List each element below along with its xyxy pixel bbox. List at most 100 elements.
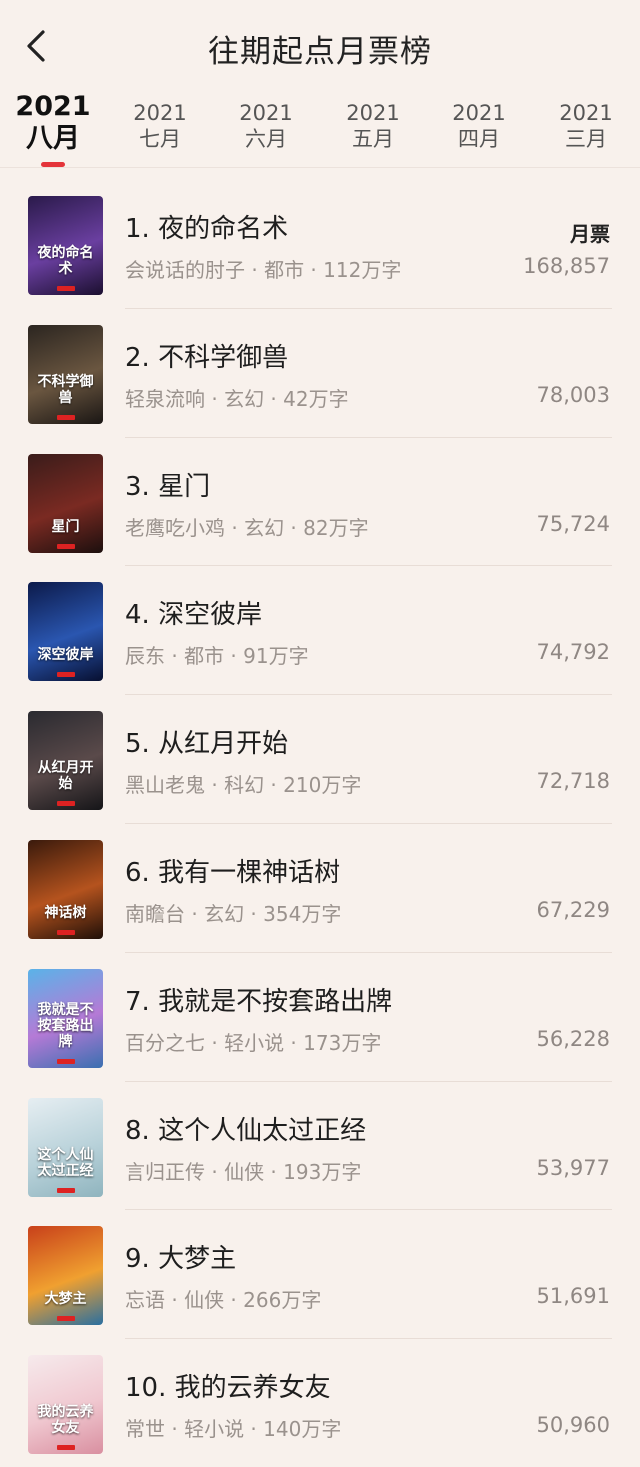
- book-row[interactable]: 深空彼岸 4. 深空彼岸辰东 · 都市 · 91万字 74,792: [0, 566, 640, 695]
- publisher-badge: [56, 1445, 75, 1451]
- meta-words: 173万字: [303, 1030, 382, 1055]
- meta-author: 辰东: [125, 644, 165, 669]
- book-cover[interactable]: 我就是不按套路出牌: [28, 968, 103, 1068]
- book-cover[interactable]: 夜的命名术: [28, 196, 103, 295]
- book-row[interactable]: 我的云养女友 10. 我的云养女友 常世 · 轻小说 · 140万字 50,960: [0, 1339, 640, 1467]
- book-name: 这个人仙太过正经: [158, 1115, 367, 1146]
- meta-separator: ·: [185, 901, 205, 926]
- book-row[interactable]: 从红月开始 5. 从红月开始 黑山老鬼 · 科幻 · 210万字 72,718: [0, 695, 640, 824]
- book-cover[interactable]: 这个人仙太过正经: [28, 1097, 103, 1197]
- meta-author: 会说话的肘子: [125, 258, 245, 282]
- tab-month: 四月: [458, 127, 500, 151]
- book-title[interactable]: 2. 不科学御兽: [125, 337, 288, 374]
- cover-title: 我就是不按套路出牌: [37, 1001, 94, 1050]
- book-name: 从红月开始: [158, 729, 289, 760]
- book-title[interactable]: 3. 星门: [125, 466, 210, 503]
- book-meta: 黑山老鬼 · 科幻 · 210万字: [125, 769, 361, 798]
- vote-count: 67,229: [536, 897, 610, 922]
- book-cover[interactable]: 深空彼岸: [28, 582, 103, 682]
- rank-number: 2.: [125, 342, 150, 373]
- publisher-badge: [56, 1316, 75, 1322]
- book-cover[interactable]: 大梦主: [28, 1226, 103, 1326]
- tab-month: 五月: [352, 127, 394, 151]
- book-title[interactable]: 5. 从红月开始: [125, 723, 288, 760]
- book-title[interactable]: 4. 深空彼岸: [125, 594, 262, 631]
- meta-separator: ·: [165, 644, 185, 669]
- book-title[interactable]: 6. 我有一棵神话树: [125, 852, 340, 889]
- meta-words: 210万字: [283, 773, 362, 798]
- book-meta: 南瞻台 · 玄幻 · 354万字: [125, 898, 341, 927]
- publisher-badge: [56, 286, 75, 291]
- cover-title: 我的云养女友: [37, 1404, 94, 1437]
- rank-number: 9.: [125, 1244, 150, 1275]
- tab-1[interactable]: 2021 七月: [110, 101, 210, 153]
- meta-genre: 都市: [184, 644, 225, 669]
- book-meta: 忘语 · 仙侠 · 266万字: [125, 1284, 321, 1313]
- meta-separator: ·: [205, 1030, 225, 1055]
- meta-genre: 都市: [264, 258, 305, 282]
- meta-author: 百分之七: [125, 1030, 205, 1055]
- book-title[interactable]: 10. 我的云养女友: [125, 1367, 331, 1404]
- vote-count: 75,724: [536, 511, 610, 536]
- meta-separator: ·: [304, 258, 324, 282]
- book-meta: 辰东 · 都市 · 91万字: [125, 640, 309, 669]
- book-row[interactable]: 神话树 6. 我有一棵神话树南瞻台 · 玄幻 · 354万字 67,229: [0, 824, 640, 953]
- book-row[interactable]: 星门 3. 星门 老鹰吃小鸡 · 玄幻 · 82万字 75,724: [0, 438, 640, 567]
- rank-number: 3.: [125, 471, 150, 502]
- meta-separator: ·: [224, 1288, 244, 1313]
- vote-count: 51,691: [536, 1284, 610, 1309]
- rank-number: 5.: [125, 729, 150, 760]
- book-title[interactable]: 7. 我就是不按套路出牌: [125, 981, 392, 1018]
- book-title[interactable]: 1. 夜的命名术: [125, 208, 288, 245]
- tab-year: 2021: [346, 101, 400, 125]
- tab-3[interactable]: 2021 五月: [323, 101, 423, 153]
- book-title[interactable]: 9. 大梦主: [125, 1238, 236, 1275]
- tab-4[interactable]: 2021 四月: [429, 101, 529, 153]
- meta-words: 91万字: [243, 644, 309, 669]
- tab-month: 八月: [26, 123, 80, 154]
- meta-author: 老鹰吃小鸡: [125, 515, 225, 540]
- app-root: 往期起点月票榜 2021 八月 2021 七月 2021 六月 2021 五月 2021 四月 20…: [0, 0, 640, 1467]
- meta-author: 常世: [125, 1417, 165, 1442]
- meta-author: 言归正传: [125, 1159, 205, 1184]
- tab-0[interactable]: 2021 八月: [3, 92, 103, 156]
- tab-2[interactable]: 2021 六月: [216, 101, 316, 153]
- meta-genre: 仙侠: [184, 1288, 225, 1313]
- vote-count: 78,003: [536, 382, 610, 407]
- book-row[interactable]: 这个人仙太过正经 8. 这个人仙太过正经 言归正传 · 仙侠 · 193万字 53,9…: [0, 1082, 640, 1211]
- meta-separator: ·: [205, 1159, 225, 1184]
- book-row[interactable]: 不科学御兽 2. 不科学御兽 轻泉流响 · 玄幻 · 42万字 78,003: [0, 309, 640, 438]
- tab-5[interactable]: 2021 三月: [536, 101, 636, 153]
- book-title[interactable]: 8. 这个人仙太过正经: [125, 1110, 366, 1147]
- vote-count: 168,857: [523, 254, 610, 278]
- publisher-badge: [56, 414, 75, 420]
- book-row[interactable]: 夜的命名术 1. 夜的命名术 会说话的肘子 · 都市 · 112万字 月票 168,85…: [0, 180, 640, 309]
- publisher-badge: [56, 929, 75, 935]
- rank-number: 6.: [125, 857, 150, 888]
- publisher-badge: [56, 543, 75, 549]
- header: 往期起点月票榜: [0, 0, 640, 90]
- meta-genre: 仙侠: [224, 1159, 265, 1184]
- book-meta: 常世 · 轻小说 · 140万字: [125, 1413, 341, 1442]
- book-row[interactable]: 我就是不按套路出牌 7. 我就是不按套路出牌 百分之七 · 轻小说 · 173万字 5…: [0, 953, 640, 1082]
- publisher-badge: [56, 672, 75, 678]
- tab-month: 七月: [139, 127, 181, 151]
- vote-count: 74,792: [536, 640, 610, 665]
- meta-separator: ·: [244, 901, 264, 926]
- meta-separator: ·: [264, 773, 284, 798]
- rank-number: 1.: [125, 214, 150, 244]
- meta-author: 南瞻台: [125, 901, 185, 926]
- book-name: 夜的命名术: [158, 214, 289, 244]
- rank-number: 4.: [125, 600, 150, 631]
- book-cover[interactable]: 从红月开始: [28, 711, 103, 811]
- book-cover[interactable]: 我的云养女友: [28, 1355, 103, 1455]
- rank-number: 8.: [125, 1115, 150, 1146]
- book-cover[interactable]: 不科学御兽: [28, 324, 103, 424]
- book-row[interactable]: 大梦主 9. 大梦主忘语 · 仙侠 · 266万字 51,691: [0, 1210, 640, 1339]
- meta-words: 266万字: [243, 1288, 322, 1313]
- meta-author: 黑山老鬼: [125, 773, 205, 798]
- book-meta: 百分之七 · 轻小说 · 173万字: [125, 1027, 381, 1056]
- book-cover[interactable]: 神话树: [28, 839, 103, 939]
- book-meta: 言归正传 · 仙侠 · 193万字: [125, 1156, 361, 1185]
- book-cover[interactable]: 星门: [28, 453, 103, 553]
